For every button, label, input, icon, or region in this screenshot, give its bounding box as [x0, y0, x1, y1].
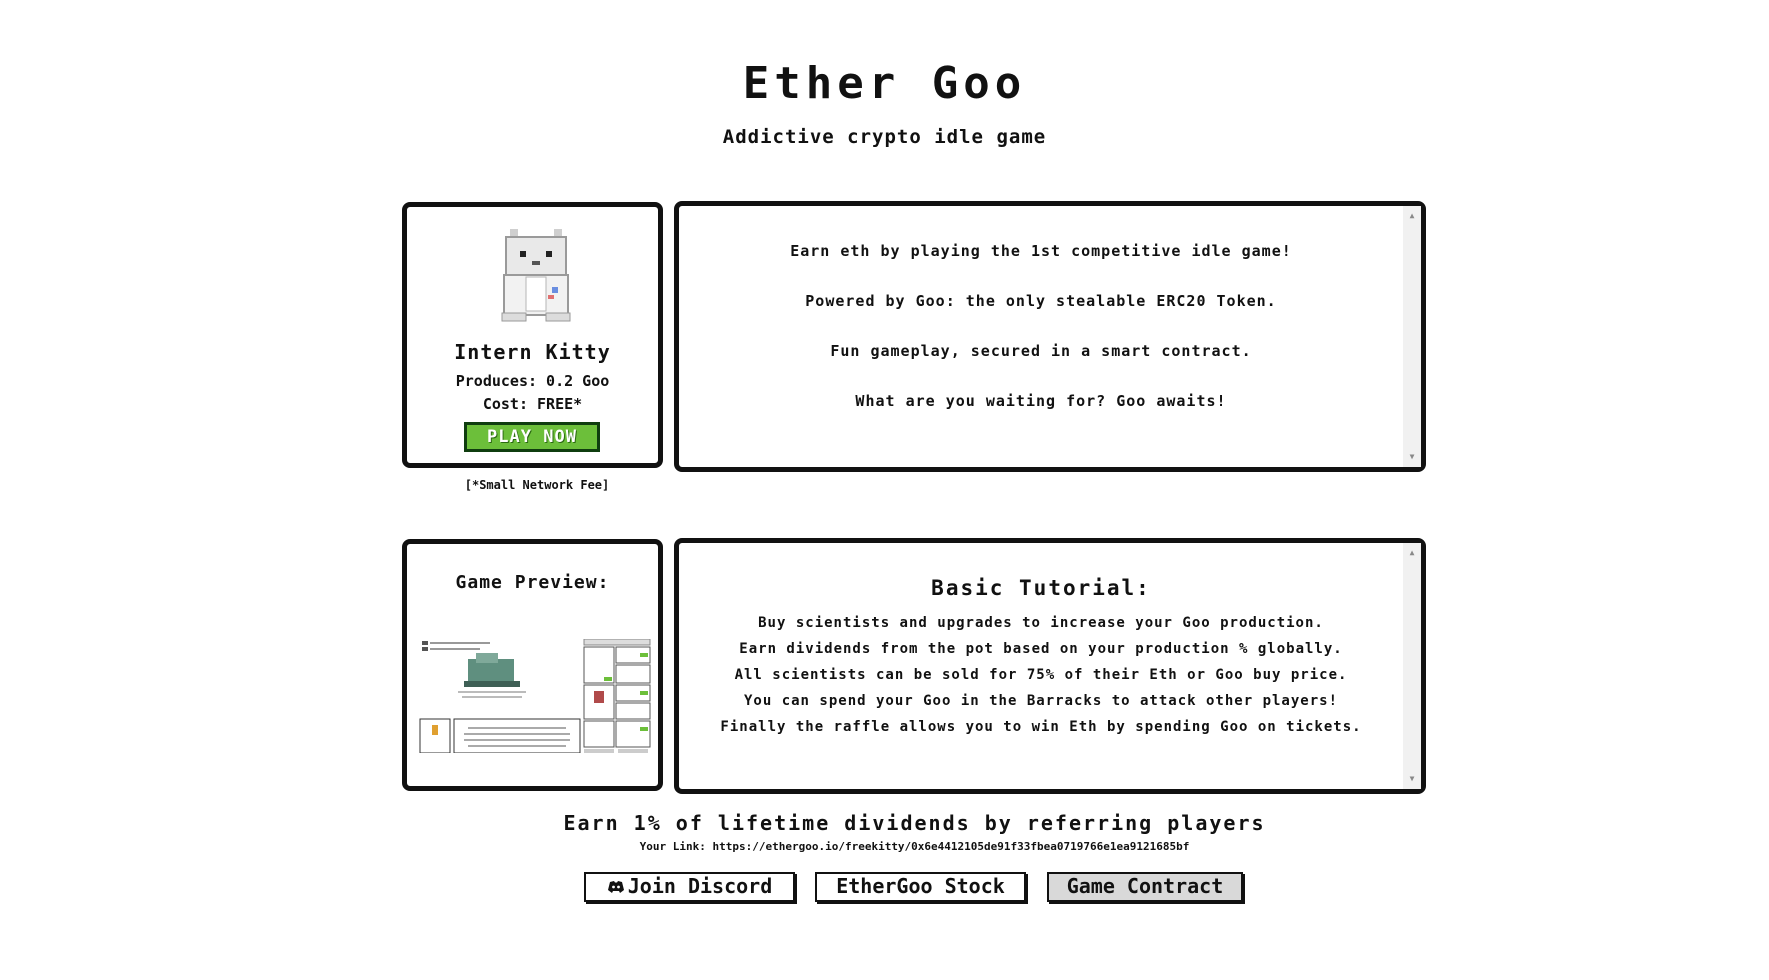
- scroll-down-icon[interactable]: ▼: [1403, 451, 1421, 463]
- kitty-card: Intern Kitty Produces: 0.2 Goo Cost: FRE…: [402, 202, 663, 468]
- intro-scrollbar[interactable]: ▲ ▼: [1403, 206, 1421, 467]
- preview-title: Game Preview:: [455, 572, 610, 593]
- page-title: Ether Goo: [742, 58, 1027, 109]
- referral-link[interactable]: Your Link: https://ethergoo.io/freekitty…: [0, 840, 1769, 853]
- game-contract-button[interactable]: Game Contract: [1047, 872, 1243, 902]
- intro-panel: Earn eth by playing the 1st competitive …: [674, 201, 1426, 472]
- tutorial-line: All scientists can be sold for 75% of th…: [734, 667, 1348, 683]
- game-preview-card: Game Preview:: [402, 539, 663, 791]
- join-discord-button[interactable]: Join Discord: [584, 872, 795, 902]
- tutorial-title: Basic Tutorial:: [931, 576, 1151, 600]
- game-preview-image[interactable]: [418, 639, 652, 753]
- join-discord-label: Join Discord: [627, 874, 773, 898]
- scroll-up-icon[interactable]: ▲: [1403, 547, 1421, 559]
- tutorial-scrollbar[interactable]: ▲ ▼: [1403, 543, 1421, 789]
- discord-icon: [607, 881, 624, 893]
- tutorial-panel: Basic Tutorial: Buy scientists and upgra…: [674, 538, 1426, 794]
- play-now-button[interactable]: PLAY NOW: [464, 422, 600, 452]
- kitty-cost: Cost: FREE*: [482, 395, 583, 413]
- intro-line: Earn eth by playing the 1st competitive …: [790, 242, 1292, 260]
- kitty-production: Produces: 0.2 Goo: [455, 372, 610, 390]
- intro-line: Powered by Goo: the only stealable ERC20…: [805, 292, 1277, 310]
- referral-title: Earn 1% of lifetime dividends by referri…: [563, 811, 1266, 835]
- intro-line: Fun gameplay, secured in a smart contrac…: [830, 342, 1252, 360]
- tutorial-line: You can spend your Goo in the Barracks t…: [743, 693, 1338, 709]
- tutorial-line: Buy scientists and upgrades to increase …: [758, 615, 1324, 631]
- tutorial-line: Finally the raffle allows you to win Eth…: [720, 719, 1362, 735]
- kitty-icon: [501, 229, 571, 322]
- page-subtitle: Addictive crypto idle game: [722, 126, 1047, 148]
- kitty-name: Intern Kitty: [454, 340, 611, 364]
- tutorial-line: Earn dividends from the pot based on you…: [739, 641, 1343, 657]
- scroll-up-icon[interactable]: ▲: [1403, 210, 1421, 222]
- ethergoo-stock-button[interactable]: EtherGoo Stock: [815, 872, 1026, 902]
- scroll-down-icon[interactable]: ▼: [1403, 773, 1421, 785]
- network-fee-note: [*Small Network Fee]: [464, 478, 610, 492]
- intro-line: What are you waiting for? Goo awaits!: [855, 392, 1227, 410]
